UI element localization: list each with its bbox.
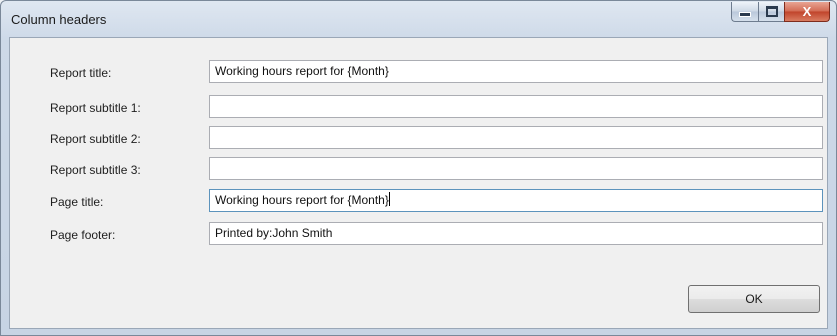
text-caret [388,192,390,206]
page-footer-field[interactable]: Printed by:John Smith [209,222,823,245]
report-subtitle-1-field[interactable] [209,95,823,118]
page-title-value: Working hours report for {Month} [215,193,389,207]
page-title-label: Page title: [50,195,104,209]
minimize-button[interactable] [731,2,758,22]
maximize-button[interactable] [758,2,784,22]
report-subtitle-1-label: Report subtitle 1: [50,101,141,115]
report-title-label: Report title: [50,66,112,80]
title-bar[interactable]: Column headers X [1,1,836,37]
page-footer-label: Page footer: [50,228,116,242]
report-title-value: Working hours report for {Month} [215,64,389,78]
minimize-icon [739,12,751,17]
report-subtitle-3-label: Report subtitle 3: [50,163,141,177]
report-subtitle-3-field[interactable] [209,157,823,180]
maximize-icon [765,6,778,17]
window-controls: X [731,2,830,24]
dialog-window: Column headers X Report title: Working h… [0,0,837,336]
close-button[interactable]: X [784,2,830,22]
window-title: Column headers [11,12,107,27]
ok-button[interactable]: OK [688,285,820,313]
report-title-field[interactable]: Working hours report for {Month} [209,60,823,83]
page-title-field[interactable]: Working hours report for {Month} [209,189,823,212]
ok-button-label: OK [745,292,763,306]
report-subtitle-2-label: Report subtitle 2: [50,132,141,146]
dialog-body: Report title: Working hours report for {… [9,37,828,329]
page-footer-value: Printed by:John Smith [215,226,333,240]
close-icon: X [802,4,812,19]
report-subtitle-2-field[interactable] [209,126,823,149]
